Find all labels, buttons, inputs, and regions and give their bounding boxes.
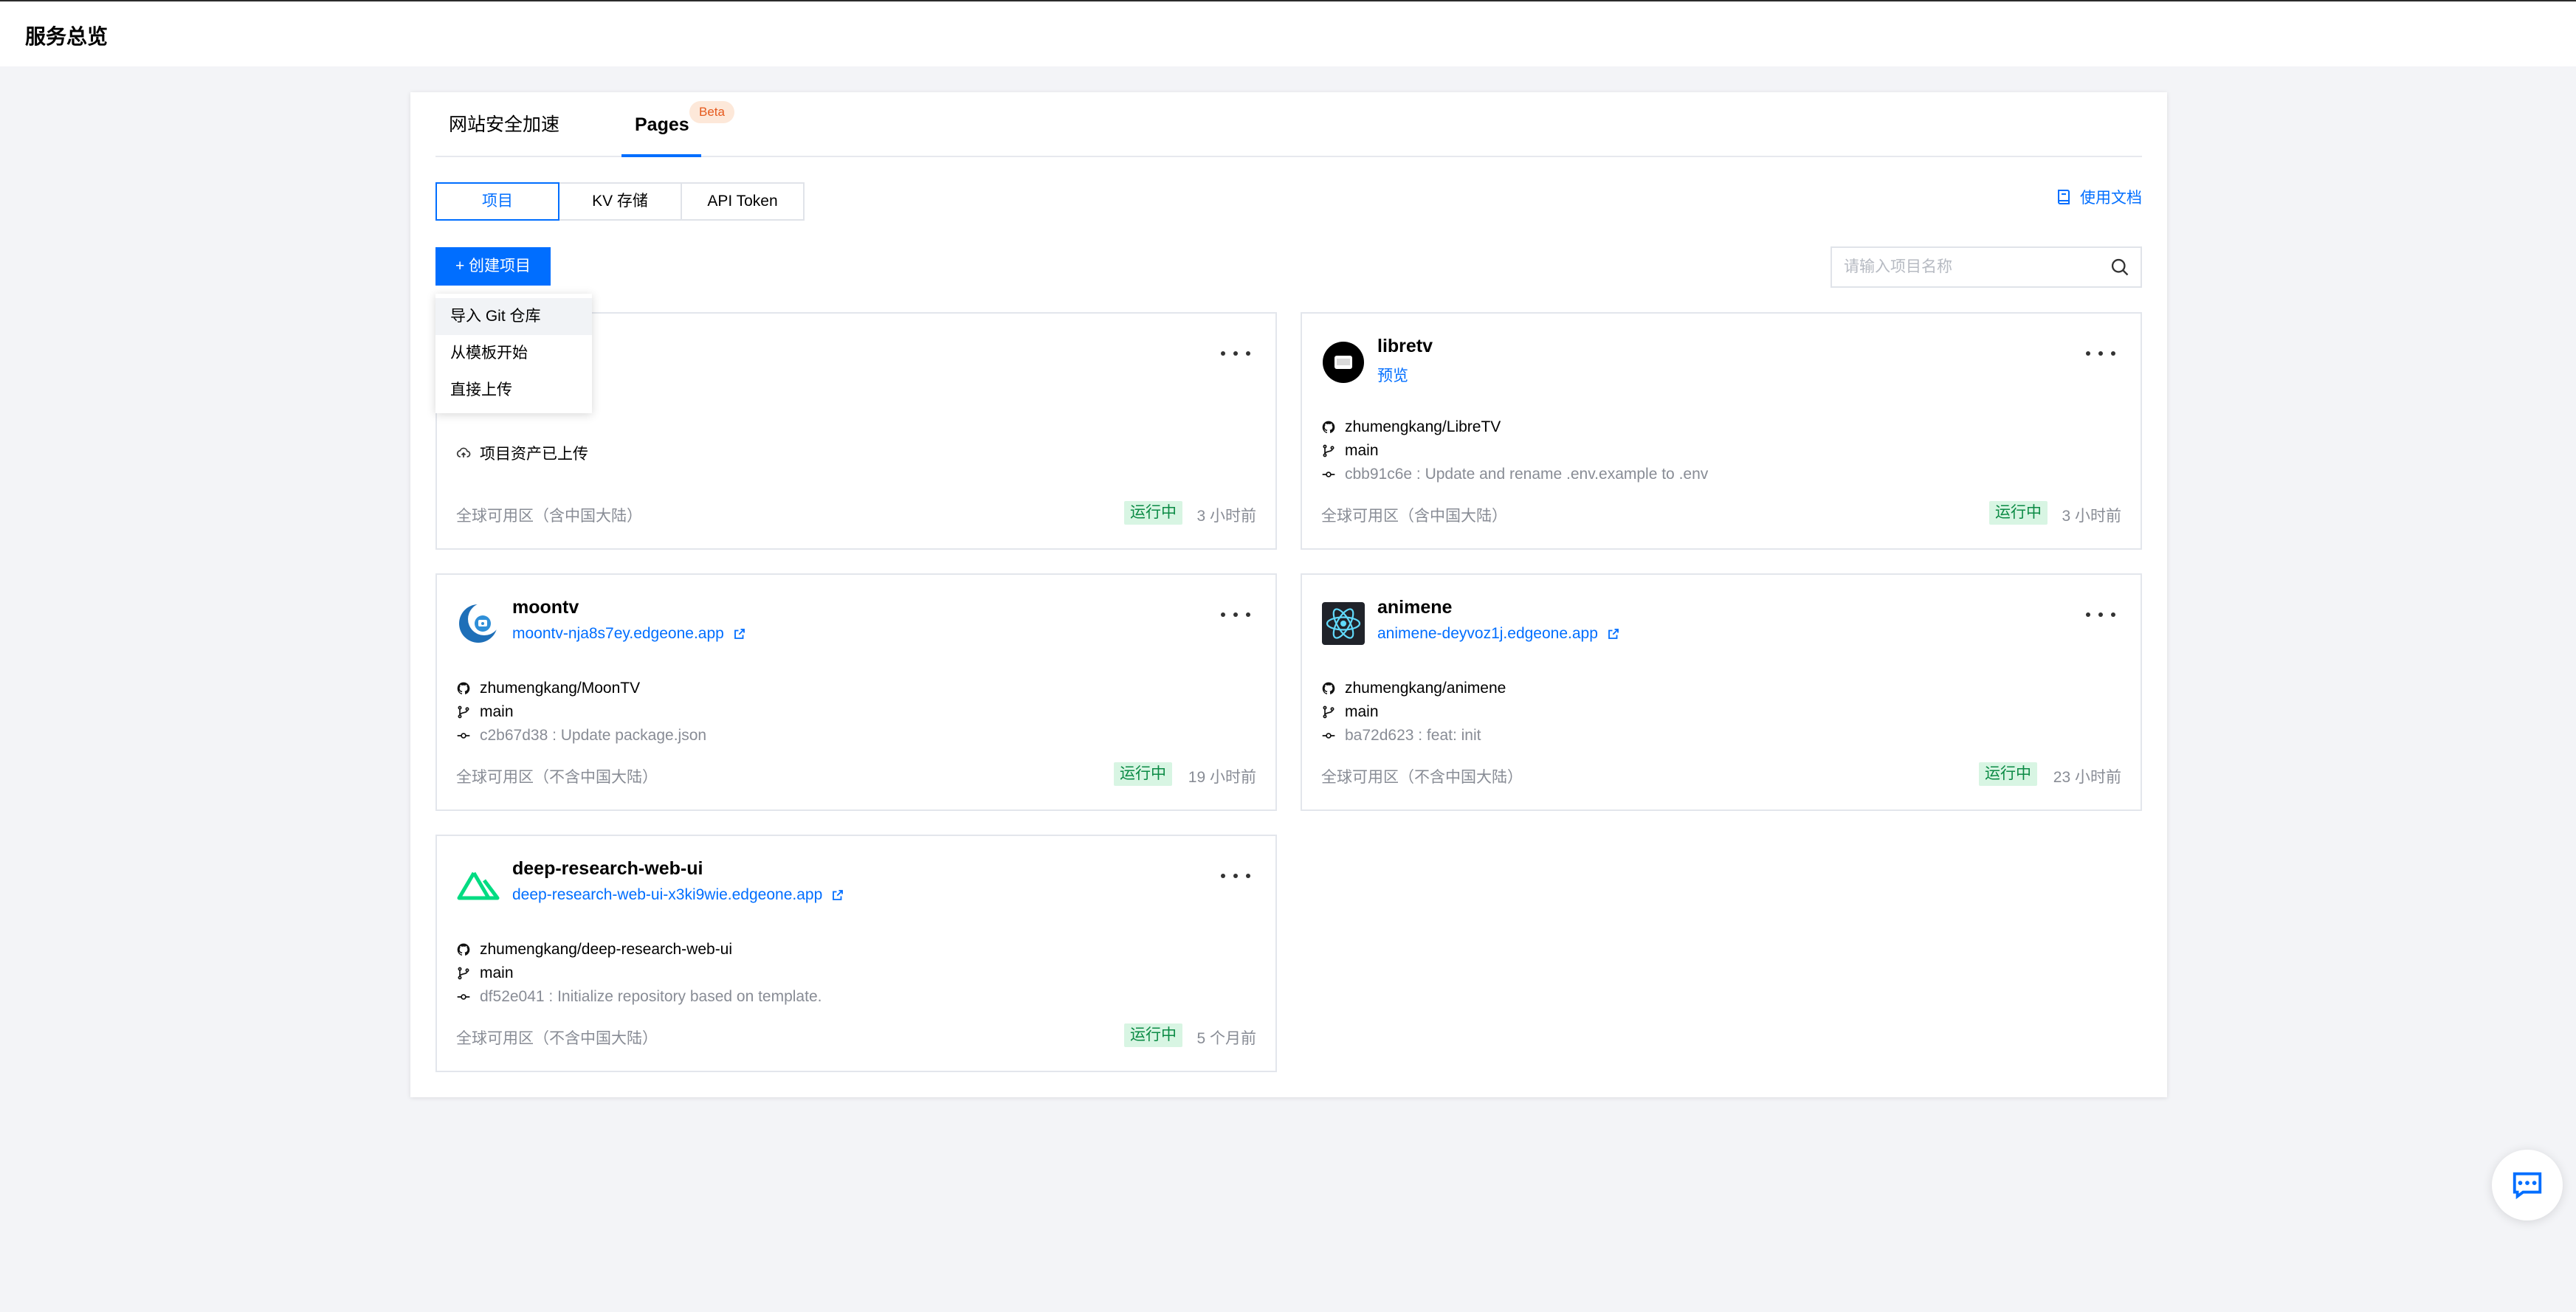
subtab-api-token[interactable]: API Token	[681, 182, 805, 221]
page-title: 服务总览	[25, 25, 109, 48]
upload-status: 项目资产已上传	[456, 442, 588, 464]
repo-info: zhumengkang/LibreTV	[1321, 418, 1501, 436]
more-options-button[interactable]	[1221, 867, 1250, 885]
create-project-button[interactable]: + 创建项目	[435, 247, 551, 286]
branch-info: main	[1321, 442, 1379, 460]
menu-item-direct-upload[interactable]: 直接上传	[435, 372, 592, 409]
region-label: 全球可用区（含中国大陆）	[1321, 508, 1507, 525]
menu-item-import-git[interactable]: 导入 Git 仓库	[435, 298, 592, 335]
repo-info: zhumengkang/animene	[1321, 680, 1506, 697]
more-options-button[interactable]	[2086, 345, 2115, 362]
project-name[interactable]: libretv	[1377, 336, 1433, 357]
nuxt-logo-icon	[457, 871, 500, 900]
commit-info: c2b67d38 : Update package.json	[456, 727, 706, 745]
project-name[interactable]: deep-research-web-ui	[512, 858, 703, 880]
subtab-projects[interactable]: 项目	[435, 182, 559, 221]
updated-time: 23 小时前	[2053, 769, 2121, 786]
commit-info: cbb91c6e : Update and rename .env.exampl…	[1321, 466, 1708, 483]
external-link-icon	[833, 890, 844, 900]
branch-icon	[1323, 705, 1335, 719]
github-icon	[457, 682, 470, 694]
main-panel: 网站安全加速 Pages Beta 项目 KV 存储 API Token 使用文…	[410, 92, 2167, 1097]
cloud-upload-icon	[456, 447, 471, 458]
github-icon	[1322, 682, 1335, 694]
preview-link[interactable]: 预览	[1377, 364, 1408, 386]
tab-bar: 网站安全加速 Pages Beta	[435, 92, 2142, 157]
tab-site-acceleration[interactable]: 网站安全加速	[449, 111, 559, 138]
more-options-button[interactable]	[1221, 606, 1250, 624]
project-name[interactable]: moontv	[512, 597, 579, 618]
status-badge: 运行中	[1124, 501, 1182, 525]
updated-time: 19 小时前	[1188, 769, 1256, 786]
commit-info: df52e041 : Initialize repository based o…	[456, 988, 822, 1006]
project-name[interactable]: animene	[1377, 597, 1452, 618]
github-icon	[1322, 421, 1335, 433]
status-badge: 运行中	[1114, 762, 1172, 786]
project-card-moontv[interactable]: moontv moontv-nja8s7ey.edgeone.app zhume…	[435, 573, 1277, 811]
libretv-logo-icon	[1323, 342, 1364, 383]
beta-badge: Beta	[689, 101, 734, 123]
region-label: 全球可用区（不含中国大陆）	[1321, 769, 1523, 786]
github-icon	[457, 943, 470, 956]
search-box	[1831, 246, 2142, 288]
book-icon	[2058, 190, 2070, 204]
status-badge: 运行中	[1989, 501, 2048, 525]
branch-icon	[1323, 444, 1335, 458]
repo-info: zhumengkang/deep-research-web-ui	[456, 941, 732, 959]
external-link-icon	[734, 629, 745, 639]
branch-info: main	[1321, 703, 1379, 721]
search-input[interactable]	[1832, 248, 2098, 286]
subtab-kv-storage[interactable]: KV 存储	[558, 182, 682, 221]
docs-link-label: 使用文档	[2080, 190, 2142, 207]
tab-pages[interactable]: Pages	[635, 111, 689, 138]
external-link-icon	[1608, 629, 1619, 639]
commit-icon	[457, 733, 470, 739]
commit-icon	[1322, 472, 1335, 477]
branch-icon	[458, 967, 469, 980]
docs-link[interactable]: 使用文档	[2055, 182, 2142, 212]
project-card-deep-research-web-ui[interactable]: deep-research-web-ui deep-research-web-u…	[435, 835, 1277, 1072]
project-domain-link[interactable]: animene-deyvoz1j.edgeone.app	[1377, 625, 1620, 643]
project-domain-link[interactable]: deep-research-web-ui-x3ki9wie.edgeone.ap…	[512, 886, 844, 904]
project-card-libretv[interactable]: libretv 预览 zhumengkang/LibreTV main cbb9…	[1301, 312, 2142, 550]
active-tab-indicator	[621, 154, 701, 157]
chat-icon	[2513, 1172, 2542, 1200]
subtab-group: 项目 KV 存储 API Token	[435, 182, 805, 221]
moontv-logo-icon	[459, 603, 500, 643]
commit-info: ba72d623 : feat: init	[1321, 727, 1481, 745]
create-project-menu: 导入 Git 仓库 从模板开始 直接上传	[435, 294, 592, 413]
project-domain-link[interactable]: moontv-nja8s7ey.edgeone.app	[512, 625, 746, 643]
commit-icon	[457, 994, 470, 1000]
region-label: 全球可用区（含中国大陆）	[456, 508, 642, 525]
commit-icon	[1322, 733, 1335, 739]
region-label: 全球可用区（不含中国大陆）	[456, 769, 658, 786]
updated-time: 3 小时前	[2062, 508, 2121, 525]
chat-button[interactable]	[2492, 1150, 2563, 1220]
status-badge: 运行中	[1979, 762, 2037, 786]
repo-info: zhumengkang/MoonTV	[456, 680, 640, 697]
updated-time: 3 小时前	[1196, 508, 1256, 525]
menu-item-from-template[interactable]: 从模板开始	[435, 335, 592, 372]
updated-time: 5 个月前	[1196, 1030, 1256, 1047]
top-bar: 服务总览	[0, 0, 2576, 66]
react-logo-icon	[1322, 602, 1365, 645]
branch-icon	[458, 705, 469, 719]
more-options-button[interactable]	[1221, 345, 1250, 362]
branch-info: main	[456, 964, 514, 982]
status-badge: 运行中	[1124, 1023, 1182, 1047]
region-label: 全球可用区（不含中国大陆）	[456, 1030, 658, 1047]
more-options-button[interactable]	[2086, 606, 2115, 624]
search-icon[interactable]	[2110, 257, 2130, 277]
branch-info: main	[456, 703, 514, 721]
project-card-animene[interactable]: animene animene-deyvoz1j.edgeone.app zhu…	[1301, 573, 2142, 811]
